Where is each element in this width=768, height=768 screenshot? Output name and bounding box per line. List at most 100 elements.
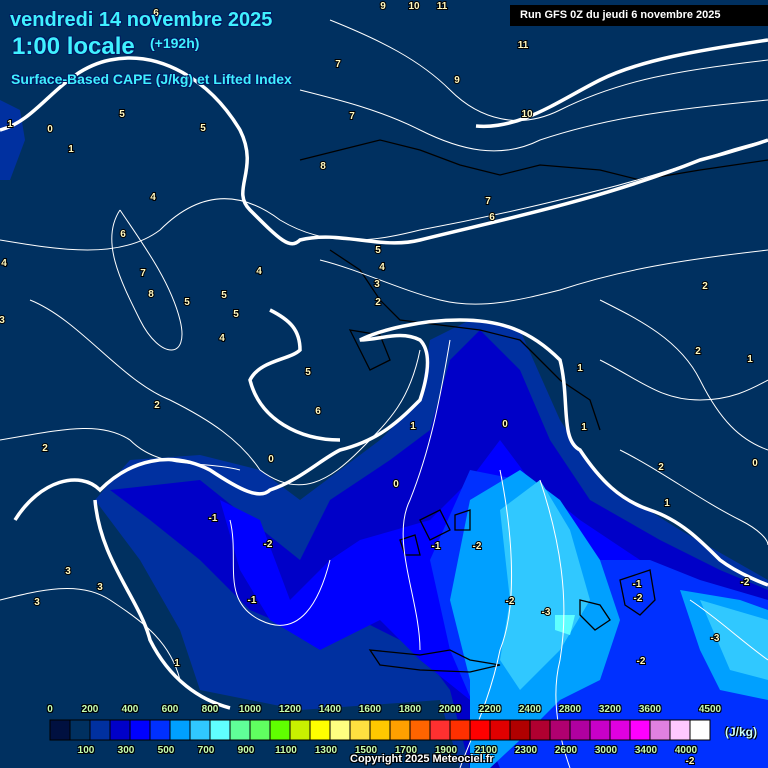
lifted-index-label: -2 [637, 656, 646, 667]
lifted-index-label: 3 [34, 597, 40, 608]
colorbar-tick-label: 200 [81, 704, 99, 715]
colorbar-swatch [549, 719, 571, 741]
colorbar-swatch [129, 719, 151, 741]
colorbar-swatch [509, 719, 531, 741]
colorbar-tick-label: 3200 [598, 704, 622, 715]
forecast-lead-time: (+192h) [150, 35, 200, 51]
colorbar-tick-label: 0 [47, 704, 53, 715]
lifted-index-label: 2 [154, 400, 160, 411]
lifted-index-label: 1 [581, 422, 587, 433]
lifted-index-label: 5 [233, 309, 239, 320]
lifted-index-label: -1 [209, 513, 218, 524]
colorbar-tick-label: 100 [77, 745, 95, 756]
colorbar-tick-label: 500 [157, 745, 175, 756]
forecast-time: 1:00 locale [12, 33, 135, 60]
colorbar-swatch [629, 719, 651, 741]
lifted-index-label: 4 [150, 192, 156, 203]
colorbar-swatch [289, 719, 311, 741]
lifted-index-label: -2 [264, 539, 273, 550]
colorbar-tick-label: 1100 [275, 745, 297, 756]
colorbar-tick-label: 1800 [398, 704, 422, 715]
lifted-index-label: 3 [0, 315, 5, 326]
lifted-index-label: 7 [485, 196, 491, 207]
colorbar-tick-label: 2400 [518, 704, 542, 715]
colorbar-tick-label: 4500 [698, 704, 722, 715]
colorbar-tick-label: 300 [117, 745, 135, 756]
lifted-index-label: 0 [752, 458, 758, 469]
colorbar-swatch [609, 719, 631, 741]
lifted-index-label: -2 [506, 596, 515, 607]
lifted-index-label: 3 [97, 582, 103, 593]
colorbar-swatch [169, 719, 191, 741]
lifted-index-label: 1 [410, 421, 416, 432]
lifted-index-label: 5 [200, 123, 206, 134]
run-info: Run GFS 0Z du jeudi 6 novembre 2025 [510, 5, 768, 26]
lifted-index-label: 2 [695, 346, 701, 357]
colorbar-swatch [409, 719, 431, 741]
lifted-index-label: 7 [335, 59, 341, 70]
lifted-index-label: 10 [408, 1, 420, 12]
lifted-index-label: -1 [248, 595, 257, 606]
colorbar-swatch [429, 719, 451, 741]
colorbar-swatch [209, 719, 231, 741]
colorbar-swatch [189, 719, 211, 741]
cape-fill-layer [0, 100, 768, 768]
lifted-index-label: 2 [702, 281, 708, 292]
lifted-index-label: 0 [502, 419, 508, 430]
lifted-index-label: 3 [374, 279, 380, 290]
colorbar-swatch [649, 719, 671, 741]
lifted-index-label: 11 [437, 1, 448, 12]
colorbar-tick-label: 2600 [554, 745, 578, 756]
colorbar-swatch [149, 719, 171, 741]
colorbar-swatch [249, 719, 271, 741]
copyright: Copyright 2025 Meteociel.fr [350, 753, 494, 765]
colorbar-unit: (J/kg) [725, 725, 758, 739]
colorbar-tick-label: 400 [121, 704, 139, 715]
lifted-index-label: -2 [686, 756, 695, 767]
colorbar-swatch [569, 719, 591, 741]
lifted-index-label: 1 [68, 144, 74, 155]
lifted-index-label: -1 [633, 579, 642, 590]
colorbar-tick-label: 4000 [674, 745, 698, 756]
cape-colorbar [49, 719, 711, 741]
lifted-index-label: -3 [711, 633, 720, 644]
colorbar-tick-label: 900 [237, 745, 255, 756]
lifted-index-label: 9 [380, 1, 386, 12]
colorbar-swatch [329, 719, 351, 741]
lifted-index-label: -1 [432, 541, 441, 552]
map-canvas: 9 10 1111910778765432655101464785554562201… [0, 0, 768, 768]
colorbar-swatch [529, 719, 551, 741]
colorbar-swatch [229, 719, 251, 741]
lifted-index-label: 3 [65, 566, 71, 577]
colorbar-swatch [689, 719, 711, 741]
lifted-index-label: 1 [577, 363, 583, 374]
lifted-index-label: 2 [42, 443, 48, 454]
lifted-index-label: 5 [184, 297, 190, 308]
lifted-index-label: 4 [219, 333, 225, 344]
colorbar-tick-label: 3600 [638, 704, 662, 715]
colorbar-tick-label: 2000 [438, 704, 462, 715]
colorbar-swatch [589, 719, 611, 741]
lifted-index-label: 1 [174, 658, 180, 669]
lifted-index-label: 7 [349, 111, 355, 122]
lifted-index-label: 6 [120, 229, 126, 240]
colorbar-tick-label: 1600 [358, 704, 382, 715]
lifted-index-label: 4 [379, 262, 385, 273]
colorbar-tick-label: 3400 [634, 745, 658, 756]
lifted-index-label: 1 [664, 498, 670, 509]
lifted-index-label: 0 [393, 479, 399, 490]
cape-region-0-100-west [0, 100, 25, 180]
lifted-index-label: 7 [140, 268, 146, 279]
colorbar-swatch [349, 719, 371, 741]
lifted-index-label: 8 [320, 161, 326, 172]
colorbar-tick-label: 1200 [278, 704, 302, 715]
weather-map: 9 10 11 11 9 10 7 7 8 7 6 5 4 3 2 6 5 5 1 0 1 4 6 4 7 8 5 5 5 4 5 6 2 2 0 1… [0, 0, 768, 768]
lifted-index-label: 4 [256, 266, 262, 277]
colorbar-swatch [269, 719, 291, 741]
lifted-index-label: 9 [454, 75, 460, 86]
lifted-index-label: 6 [489, 212, 495, 223]
colorbar-swatch [389, 719, 411, 741]
lifted-index-label: 4 [1, 258, 7, 269]
lifted-index-label: -2 [741, 577, 750, 588]
lifted-index-label: 8 [148, 289, 154, 300]
